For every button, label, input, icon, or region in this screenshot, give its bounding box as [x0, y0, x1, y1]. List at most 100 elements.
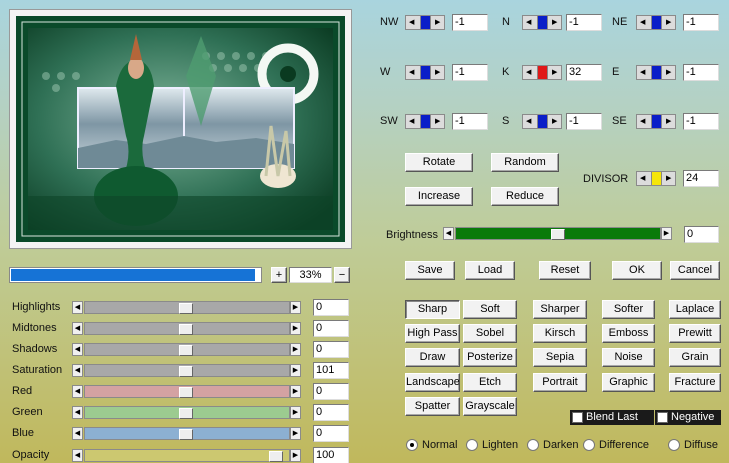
reduce-button[interactable]: Reduce: [491, 187, 559, 206]
arrow-right-icon[interactable]: ▶: [435, 17, 440, 28]
slider-right-arrow-highlights[interactable]: ▶: [290, 301, 301, 314]
matrix-spinner-nw[interactable]: ◀ ▶: [405, 15, 445, 30]
slider-shadows[interactable]: [84, 343, 290, 356]
increase-button[interactable]: Increase: [405, 187, 473, 206]
matrix-spinner-thumb-w[interactable]: [420, 66, 431, 79]
preset-laplace-button[interactable]: Laplace: [669, 300, 721, 319]
slider-right-arrow-shadows[interactable]: ▶: [290, 343, 301, 356]
random-button[interactable]: Random: [491, 153, 559, 172]
matrix-field-sw[interactable]: -1: [452, 113, 488, 130]
preset-grayscale-button[interactable]: Grayscale: [463, 397, 517, 416]
preset-sharp-button[interactable]: Sharp: [405, 300, 460, 319]
preset-graphic-button[interactable]: Graphic: [602, 373, 655, 392]
slider-value-shadows[interactable]: 0: [313, 341, 349, 358]
arrow-left-icon[interactable]: ◀: [640, 67, 645, 78]
matrix-spinner-thumb-n[interactable]: [537, 16, 548, 29]
arrow-right-icon[interactable]: ▶: [435, 67, 440, 78]
slider-right-arrow-blue[interactable]: ▶: [290, 427, 301, 440]
matrix-spinner-w[interactable]: ◀ ▶: [405, 65, 445, 80]
slider-value-highlights[interactable]: 0: [313, 299, 349, 316]
arrow-left-icon[interactable]: ◀: [640, 17, 645, 28]
mode-lighten-radio[interactable]: [466, 439, 478, 451]
matrix-field-k[interactable]: 32: [566, 64, 602, 81]
matrix-spinner-k[interactable]: ◀ ▶: [522, 65, 562, 80]
preset-grain-button[interactable]: Grain: [669, 348, 721, 367]
slider-left-arrow-saturation[interactable]: ◀: [72, 364, 83, 377]
arrow-left-icon[interactable]: ◀: [526, 116, 531, 127]
matrix-field-s[interactable]: -1: [566, 113, 602, 130]
slider-midtones[interactable]: [84, 322, 290, 335]
brightness-right-arrow[interactable]: ▶: [661, 227, 672, 240]
slider-thumb-opacity[interactable]: [269, 451, 283, 462]
negative-checkbox[interactable]: [657, 412, 668, 423]
matrix-field-n[interactable]: -1: [566, 14, 602, 31]
zoom-in-button[interactable]: +: [271, 267, 287, 283]
arrow-right-icon[interactable]: ▶: [435, 116, 440, 127]
matrix-spinner-thumb-ne[interactable]: [651, 16, 662, 29]
matrix-spinner-se[interactable]: ◀ ▶: [636, 114, 676, 129]
preset-draw-button[interactable]: Draw: [405, 348, 460, 367]
matrix-field-nw[interactable]: -1: [452, 14, 488, 31]
slider-thumb-green[interactable]: [179, 408, 193, 419]
brightness-slider[interactable]: [455, 227, 661, 240]
ok-button[interactable]: OK: [612, 261, 662, 280]
matrix-field-e[interactable]: -1: [683, 64, 719, 81]
slider-right-arrow-opacity[interactable]: ▶: [290, 449, 301, 462]
arrow-left-icon[interactable]: ◀: [409, 67, 414, 78]
reset-button[interactable]: Reset: [539, 261, 591, 280]
slider-right-arrow-midtones[interactable]: ▶: [290, 322, 301, 335]
arrow-right-icon[interactable]: ▶: [666, 67, 671, 78]
slider-left-arrow-opacity[interactable]: ◀: [72, 449, 83, 462]
matrix-spinner-n[interactable]: ◀ ▶: [522, 15, 562, 30]
slider-value-midtones[interactable]: 0: [313, 320, 349, 337]
matrix-spinner-sw[interactable]: ◀ ▶: [405, 114, 445, 129]
preset-sepia-button[interactable]: Sepia: [533, 348, 587, 367]
matrix-spinner-s[interactable]: ◀ ▶: [522, 114, 562, 129]
slider-right-arrow-red[interactable]: ▶: [290, 385, 301, 398]
slider-value-red[interactable]: 0: [313, 383, 349, 400]
matrix-field-w[interactable]: -1: [452, 64, 488, 81]
preset-emboss-button[interactable]: Emboss: [602, 324, 655, 343]
slider-thumb-highlights[interactable]: [179, 303, 193, 314]
preset-fracture-button[interactable]: Fracture: [669, 373, 721, 392]
blend-last-checkbox[interactable]: [572, 412, 583, 423]
mode-difference-radio[interactable]: [583, 439, 595, 451]
slider-highlights[interactable]: [84, 301, 290, 314]
arrow-left-icon[interactable]: ◀: [409, 116, 414, 127]
matrix-field-se[interactable]: -1: [683, 113, 719, 130]
preset-sharper-button[interactable]: Sharper: [533, 300, 587, 319]
arrow-right-icon[interactable]: ▶: [666, 116, 671, 127]
arrow-right-icon[interactable]: ▶: [552, 116, 557, 127]
preset-landscape-button[interactable]: Landscape: [405, 373, 460, 392]
arrow-right-icon[interactable]: ▶: [552, 67, 557, 78]
matrix-spinner-e[interactable]: ◀ ▶: [636, 65, 676, 80]
slider-value-opacity[interactable]: 100: [313, 447, 349, 463]
slider-left-arrow-highlights[interactable]: ◀: [72, 301, 83, 314]
slider-left-arrow-green[interactable]: ◀: [72, 406, 83, 419]
matrix-field-ne[interactable]: -1: [683, 14, 719, 31]
slider-left-arrow-shadows[interactable]: ◀: [72, 343, 83, 356]
preset-high-pass-button[interactable]: High Pass: [405, 324, 460, 343]
slider-left-arrow-blue[interactable]: ◀: [72, 427, 83, 440]
slider-opacity[interactable]: [84, 449, 290, 462]
arrow-left-icon[interactable]: ◀: [640, 173, 645, 184]
preset-prewitt-button[interactable]: Prewitt: [669, 324, 721, 343]
mode-diffuse-radio[interactable]: [668, 439, 680, 451]
slider-green[interactable]: [84, 406, 290, 419]
matrix-spinner-ne[interactable]: ◀ ▶: [636, 15, 676, 30]
slider-saturation[interactable]: [84, 364, 290, 377]
rotate-button[interactable]: Rotate: [405, 153, 473, 172]
preset-etch-button[interactable]: Etch: [463, 373, 517, 392]
mode-darken-radio[interactable]: [527, 439, 539, 451]
arrow-left-icon[interactable]: ◀: [526, 17, 531, 28]
preset-portrait-button[interactable]: Portrait: [533, 373, 587, 392]
brightness-left-arrow[interactable]: ◀: [443, 227, 454, 240]
matrix-spinner-thumb-k[interactable]: [537, 66, 548, 79]
save-button[interactable]: Save: [405, 261, 455, 280]
slider-value-green[interactable]: 0: [313, 404, 349, 421]
slider-blue[interactable]: [84, 427, 290, 440]
preset-noise-button[interactable]: Noise: [602, 348, 655, 367]
divisor-spinner[interactable]: ◀ ▶: [636, 171, 676, 186]
slider-thumb-shadows[interactable]: [179, 345, 193, 356]
slider-value-saturation[interactable]: 101: [313, 362, 349, 379]
